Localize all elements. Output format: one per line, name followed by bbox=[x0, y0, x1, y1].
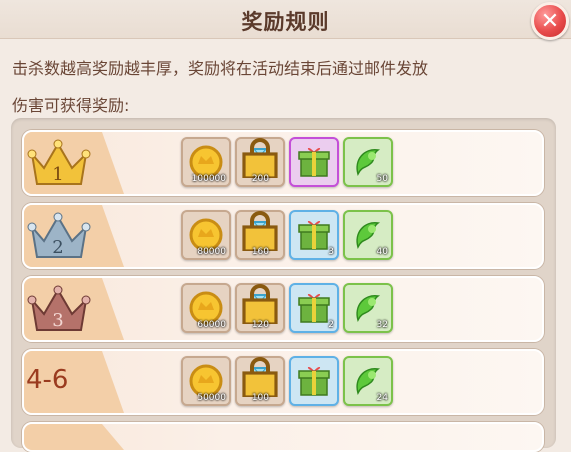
reward-items: 50000 100 24 bbox=[181, 356, 393, 406]
reward-item-diamond[interactable]: 200 bbox=[235, 137, 285, 187]
reward-items: 100000 200 50 bbox=[181, 137, 393, 187]
reward-item-feather[interactable]: 50 bbox=[343, 137, 393, 187]
reward-row-rank-3: 3 60000 120 2 32 bbox=[22, 276, 544, 342]
rank-label: 4-6 bbox=[26, 365, 69, 395]
reward-item-diamond[interactable]: 120 bbox=[235, 283, 285, 333]
close-icon: ✕ bbox=[540, 8, 560, 34]
rule-description: 击杀数越高奖励越丰厚，奖励将在活动结束后通过邮件发放 bbox=[12, 59, 429, 78]
reward-item-diamond[interactable]: 100 bbox=[235, 356, 285, 406]
reward-items: 80000 160 3 40 bbox=[181, 210, 393, 260]
gold-crown-icon: 1 bbox=[27, 139, 91, 185]
reward-item-coin[interactable]: 60000 bbox=[181, 283, 231, 333]
dialog-header: 奖励规则 bbox=[0, 0, 571, 39]
reward-row-next bbox=[22, 422, 544, 452]
svg-text:1: 1 bbox=[52, 164, 63, 185]
reward-item-gift[interactable] bbox=[289, 137, 339, 187]
bronze-crown-icon: 3 bbox=[27, 285, 91, 331]
reward-items: 60000 120 2 32 bbox=[181, 283, 393, 333]
gift-box-icon bbox=[298, 366, 330, 396]
dialog-title: 奖励规则 bbox=[241, 10, 330, 34]
reward-item-gift[interactable] bbox=[289, 356, 339, 406]
reward-item-gift[interactable]: 2 bbox=[289, 283, 339, 333]
reward-subtitle: 伤害可获得奖励: bbox=[12, 96, 130, 115]
close-button[interactable]: ✕ bbox=[531, 2, 569, 40]
reward-item-coin[interactable]: 100000 bbox=[181, 137, 231, 187]
gift-box-icon bbox=[298, 147, 330, 177]
svg-text:2: 2 bbox=[52, 237, 63, 258]
reward-item-gift[interactable]: 3 bbox=[289, 210, 339, 260]
reward-item-feather[interactable]: 32 bbox=[343, 283, 393, 333]
reward-item-diamond[interactable]: 160 bbox=[235, 210, 285, 260]
reward-item-coin[interactable]: 50000 bbox=[181, 356, 231, 406]
reward-row-rank-4-6: 4-6 50000 100 24 bbox=[22, 349, 544, 415]
reward-row-rank-1: 1 100000 200 50 bbox=[22, 130, 544, 196]
reward-item-feather[interactable]: 24 bbox=[343, 356, 393, 406]
reward-item-coin[interactable]: 80000 bbox=[181, 210, 231, 260]
reward-item-feather[interactable]: 40 bbox=[343, 210, 393, 260]
svg-text:3: 3 bbox=[52, 310, 63, 331]
silver-crown-icon: 2 bbox=[27, 212, 91, 258]
reward-row-rank-2: 2 80000 160 3 40 bbox=[22, 203, 544, 269]
